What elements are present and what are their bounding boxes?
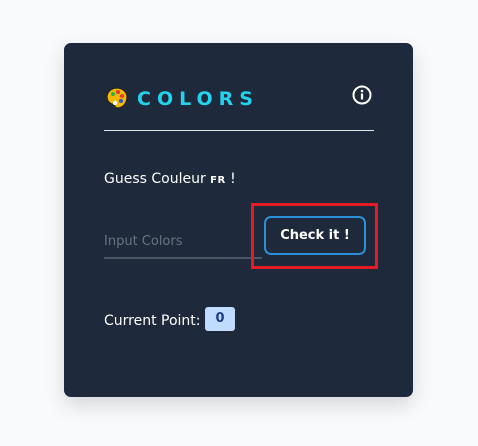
check-button[interactable]: Check it ! (264, 216, 366, 255)
prompt-label: Guess Couleur (104, 171, 211, 187)
info-icon[interactable] (352, 85, 372, 105)
app-title: COLORS (137, 88, 259, 110)
color-input[interactable] (104, 225, 262, 259)
language-tag: FR (210, 175, 226, 186)
prompt-suffix: ! (225, 171, 236, 187)
colors-card: COLORS Guess Couleur FR ! Check it ! Cur… (64, 43, 413, 397)
palette-icon (106, 87, 128, 109)
current-point-label: Current Point: (104, 313, 201, 329)
score-badge: 0 (205, 307, 235, 331)
prompt-text: Guess Couleur FR ! (104, 169, 236, 191)
divider (104, 130, 374, 131)
